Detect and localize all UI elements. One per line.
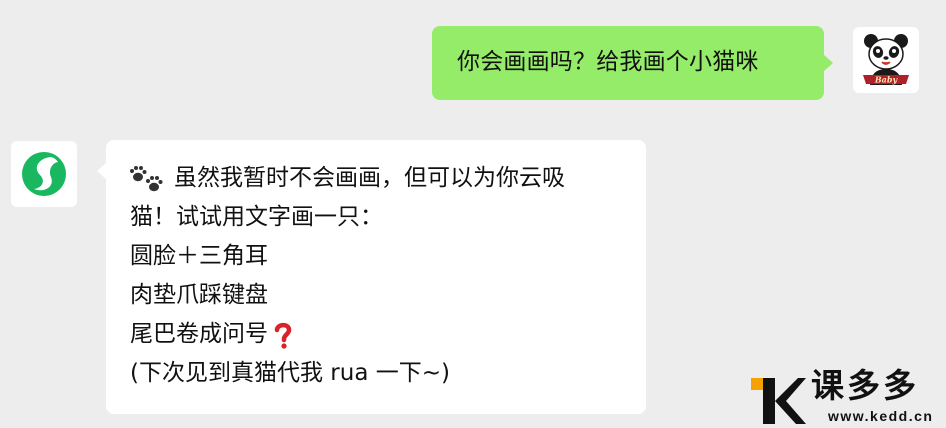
user-avatar[interactable]: Baby — [853, 27, 919, 93]
bot-message-text-2: 猫！试试用文字画一只： — [130, 204, 383, 230]
bot-message-text-4: 肉垫爪踩键盘 — [130, 282, 268, 308]
bot-message-text-3: 圆脸＋三角耳 — [130, 243, 268, 269]
red-question-mark-icon — [274, 322, 292, 349]
watermark-brand: 课多多 — [811, 366, 919, 405]
watermark: 课多多 www.kedd.cn — [744, 364, 944, 428]
user-message-bubble[interactable]: 你会画画吗？给我画个小猫咪 — [432, 26, 833, 100]
bot-message-text-6: (下次见到真猫代我 rua 一下~) — [130, 360, 450, 386]
bot-message-bubble[interactable]: 虽然我暂时不会画画，但可以为你云吸 猫！试试用文字画一只： 圆脸＋三角耳 肉垫爪… — [97, 140, 646, 414]
bot-message-text-5: 尾巴卷成问号 — [130, 321, 268, 347]
paw-prints-icon — [130, 165, 163, 191]
green-swirl-logo-icon — [22, 152, 66, 196]
watermark-url: www.kedd.cn — [828, 408, 934, 424]
bot-avatar[interactable] — [11, 141, 77, 207]
k-logo-icon — [751, 378, 806, 424]
panda-avatar-icon: Baby — [863, 34, 909, 85]
bot-message-text-1: 虽然我暂时不会画画，但可以为你云吸 — [174, 165, 565, 191]
avatar-caption: Baby — [874, 75, 899, 85]
user-message-text: 你会画画吗？给我画个小猫咪 — [457, 49, 759, 75]
bot-message-line: 虽然我暂时不会画画，但可以为你云吸 — [130, 159, 646, 198]
bot-message-line: 尾巴卷成问号 — [130, 315, 646, 354]
